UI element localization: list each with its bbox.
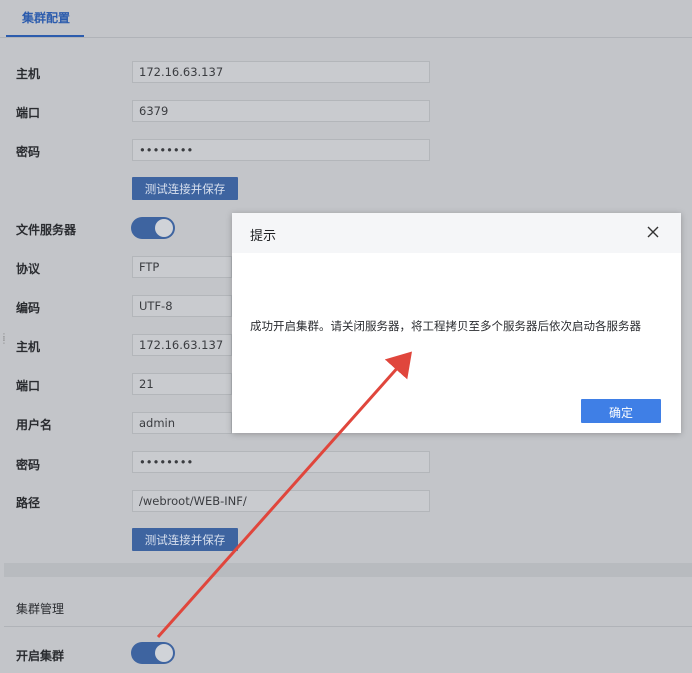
annotation-arrow-icon (156, 351, 412, 638)
